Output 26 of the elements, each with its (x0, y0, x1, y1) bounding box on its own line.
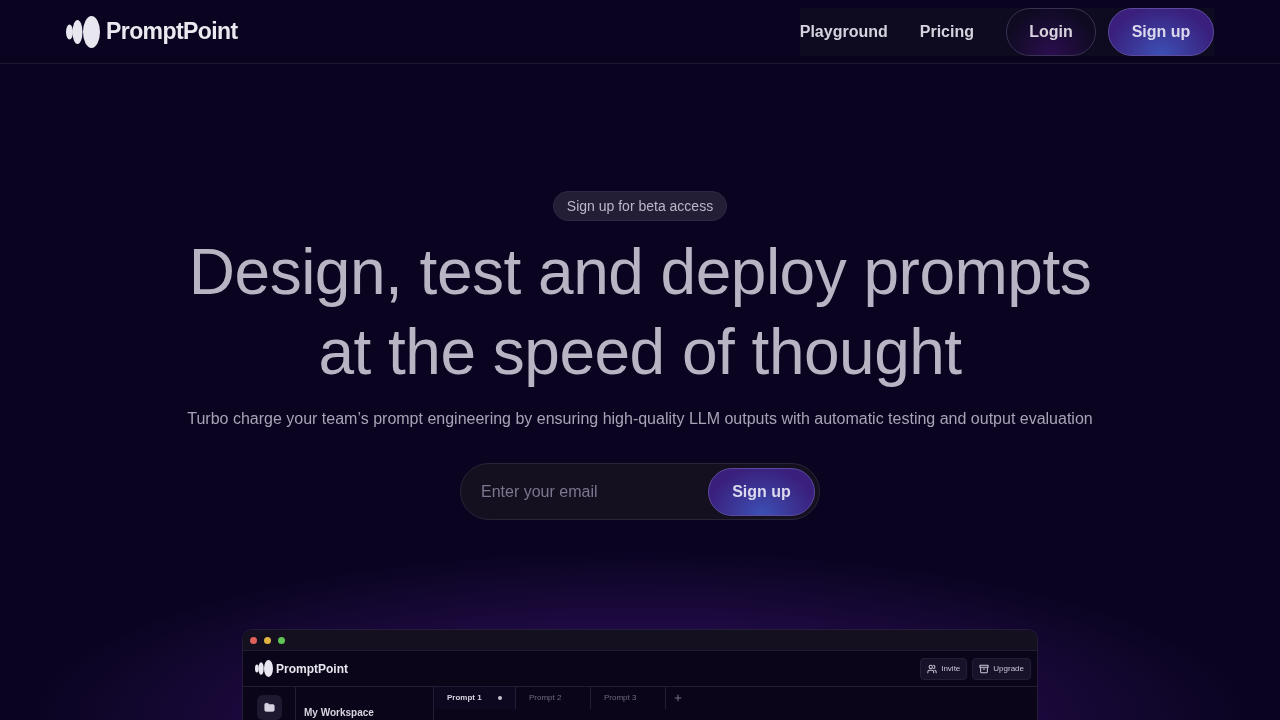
plus-icon (673, 693, 683, 703)
folder-button[interactable] (256, 695, 282, 720)
nav-link[interactable]: Playground (799, 19, 888, 44)
nav-link[interactable]: Pricing (919, 19, 974, 44)
prompt-tab[interactable]: Prompt 1 (434, 687, 516, 709)
close-dot-icon (250, 636, 257, 644)
folder-icon (263, 702, 275, 713)
maximize-dot-icon (278, 636, 285, 644)
login-button[interactable]: Login (1006, 7, 1096, 56)
invite-button[interactable]: Invite (920, 657, 968, 680)
signup-button[interactable]: Sign up (1108, 7, 1214, 56)
logo-icon (66, 15, 100, 48)
logo-icon (255, 660, 273, 677)
hero-headline: Design, test and deploy prompts at the speed of thought (187, 235, 1093, 390)
hero-subtitle: Turbo charge your team’s prompt engineering by ensuring high-quality LLM outputs with automatic testing and output evaluation (187, 409, 1093, 429)
workspace-title: My Workspace (304, 707, 374, 718)
email-signup-field[interactable]: Enter your email Sign up (460, 463, 820, 520)
email-input[interactable]: Enter your email (481, 471, 708, 512)
signup-button[interactable]: Sign up (708, 467, 815, 516)
box-icon (979, 663, 990, 674)
logo-text: PromptPoint (106, 17, 238, 47)
users-icon (927, 663, 938, 674)
app-logo-text: PromptPoint (276, 660, 348, 678)
beta-badge: Sign up for beta access (552, 191, 728, 221)
upgrade-button[interactable]: Upgrade (972, 657, 1031, 680)
minimize-dot-icon (264, 636, 271, 644)
